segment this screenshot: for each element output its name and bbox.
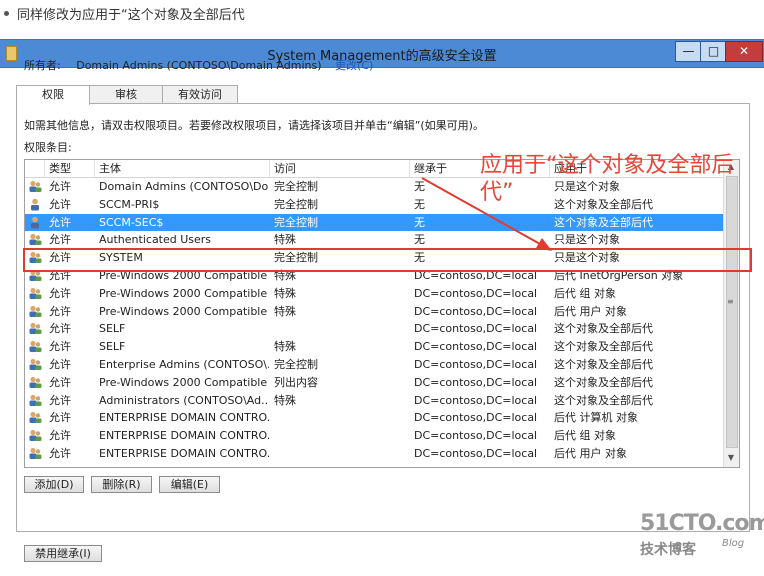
annotation-arrow-icon [421, 177, 552, 251]
tab-permissions[interactable]: 权限 [16, 85, 90, 105]
watermark-site: 51CTO.com [640, 511, 764, 536]
watermark: 51CTO.com 技术博客 Blog [640, 511, 764, 561]
watermark-blog: Blog [722, 538, 745, 549]
annotation-text: 应用于“这个对象及全部后代” [480, 153, 734, 205]
watermark-sub: 技术博客 [640, 542, 696, 558]
